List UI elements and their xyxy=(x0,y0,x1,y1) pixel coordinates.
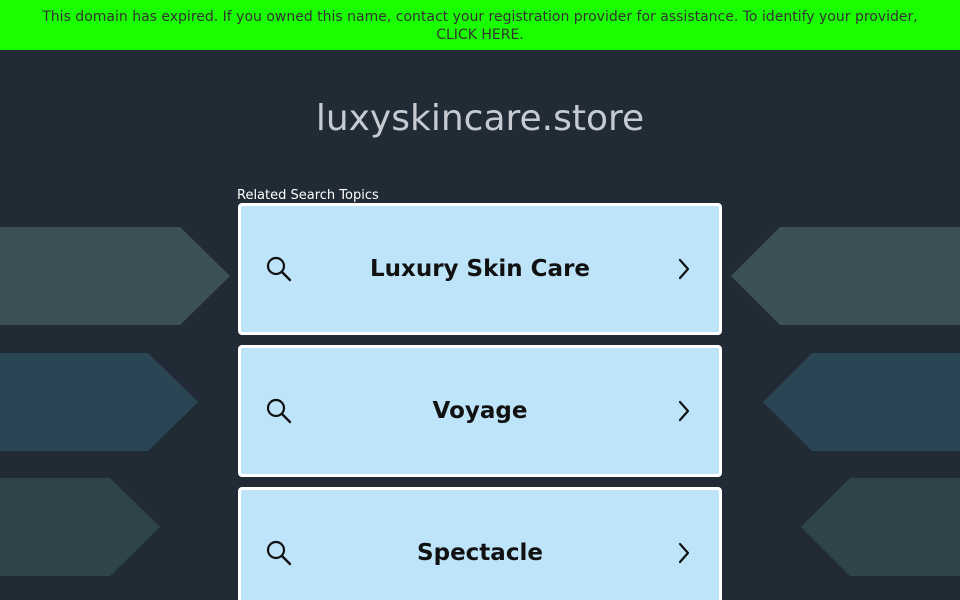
topic-card-spectacle[interactable]: Spectacle xyxy=(238,487,722,600)
click-here-link[interactable]: CLICK HERE. xyxy=(436,27,524,43)
chevron-right-icon xyxy=(678,258,690,280)
parked-domain-page: This domain has expired. If you owned th… xyxy=(0,0,960,600)
banner-text: This domain has expired. If you owned th… xyxy=(42,9,918,25)
domain-title: luxyskincare.store xyxy=(315,98,645,139)
chevron-right-icon xyxy=(678,400,690,422)
deco-arrow-left-2 xyxy=(0,353,198,451)
topic-card-voyage[interactable]: Voyage xyxy=(238,345,722,477)
deco-arrow-right-1 xyxy=(731,227,960,325)
deco-arrow-right-3 xyxy=(801,478,960,576)
deco-arrow-left-1 xyxy=(0,227,230,325)
topic-label: Luxury Skin Care xyxy=(369,256,591,282)
deco-arrow-right-2 xyxy=(763,353,960,451)
chevron-right-icon xyxy=(678,542,690,564)
topic-label: Voyage xyxy=(432,398,528,424)
deco-arrow-left-3 xyxy=(0,478,160,576)
topic-label: Spectacle xyxy=(417,540,543,566)
related-topics-list: Luxury Skin Care Voyage Spectacle xyxy=(238,203,722,600)
expired-domain-banner: This domain has expired. If you owned th… xyxy=(0,0,960,50)
topic-card-luxury-skin-care[interactable]: Luxury Skin Care xyxy=(238,203,722,335)
related-search-heading: Related Search Topics xyxy=(237,188,379,203)
